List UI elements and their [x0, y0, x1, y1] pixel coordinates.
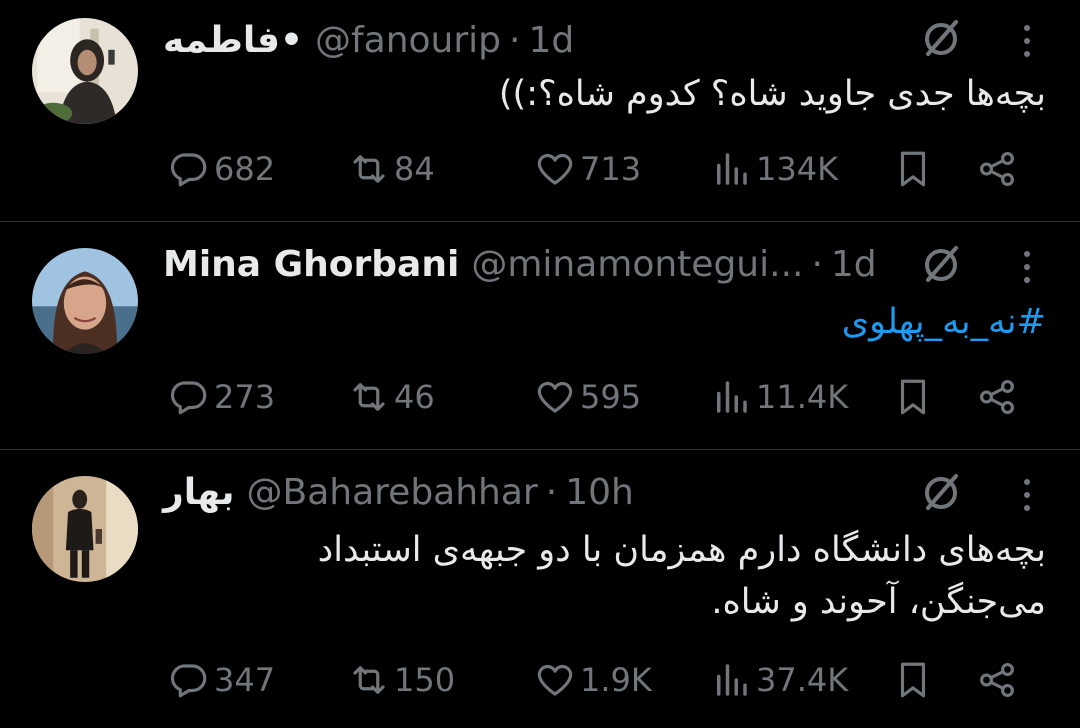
- share-button[interactable]: [976, 372, 1018, 422]
- separator-dot: ·: [811, 243, 823, 285]
- tweet-actions: 682 84 713 134K: [168, 144, 1030, 194]
- bookmark-icon: [900, 151, 926, 187]
- reply-button[interactable]: 347: [168, 655, 275, 705]
- more-icon[interactable]: [1012, 472, 1042, 518]
- retweet-icon: [353, 155, 385, 183]
- more-icon[interactable]: [1012, 18, 1042, 64]
- separator-dot: ·: [509, 19, 521, 61]
- reply-count: 682: [214, 150, 276, 188]
- share-icon: [980, 152, 1014, 186]
- tweet-header: فاطمه • @fanourip · 1d: [163, 18, 574, 62]
- views-icon: [717, 664, 747, 696]
- retweet-button[interactable]: 84: [348, 144, 435, 194]
- tweet-text: بچه‌ها جدی جاوید شاه؟ کدوم شاه؟:)): [498, 74, 1046, 114]
- reply-count: 273: [214, 378, 276, 416]
- reply-icon: [170, 381, 207, 415]
- tweet-actions: 273 46 595 11.4K: [168, 372, 1030, 422]
- heart-icon: [537, 381, 573, 413]
- bookmark-button[interactable]: [892, 655, 934, 705]
- view-count: 134K: [756, 150, 839, 188]
- author-handle[interactable]: @fanourip: [315, 20, 501, 61]
- timestamp[interactable]: 10h: [565, 472, 634, 513]
- retweet-count: 150: [394, 661, 456, 699]
- like-count: 1.9K: [580, 661, 652, 699]
- separator-dot: ·: [545, 471, 558, 513]
- author-handle[interactable]: @minamontegui...: [471, 244, 803, 285]
- like-button[interactable]: 1.9K: [534, 655, 652, 705]
- tweet[interactable]: فاطمه • @fanourip · 1d بچه‌ها جدی جاوید …: [0, 0, 1080, 222]
- view-count: 11.4K: [756, 378, 849, 416]
- retweet-icon: [353, 383, 385, 411]
- share-icon: [980, 663, 1014, 697]
- avatar[interactable]: [32, 248, 138, 354]
- tweet[interactable]: بهار @Baharebahhar · 10h بچه‌های دانشگاه…: [0, 450, 1080, 728]
- hashtag-link[interactable]: #نه_به_پهلوی: [842, 296, 1046, 348]
- reply-icon: [170, 664, 207, 698]
- bookmark-icon: [900, 662, 926, 698]
- grok-icon[interactable]: [918, 470, 964, 516]
- retweet-icon: [353, 666, 385, 694]
- avatar[interactable]: [32, 476, 138, 582]
- name-separator: •: [279, 19, 303, 61]
- tweet-text: بچه‌های دانشگاه دارم همزمان با دو جبهه‌ی…: [317, 530, 1046, 622]
- tweet[interactable]: Mina Ghorbani @minamontegui... · 1d #نه_…: [0, 222, 1080, 450]
- reply-count: 347: [214, 661, 276, 699]
- reply-icon: [170, 153, 207, 187]
- retweet-button[interactable]: 150: [348, 655, 455, 705]
- grok-icon[interactable]: [918, 242, 964, 288]
- like-button[interactable]: 713: [534, 144, 641, 194]
- views-button[interactable]: 37.4K: [710, 655, 848, 705]
- timestamp[interactable]: 1d: [831, 244, 877, 285]
- bookmark-button[interactable]: [892, 144, 934, 194]
- tweet-header: Mina Ghorbani @minamontegui... · 1d: [163, 242, 877, 286]
- like-count: 595: [580, 378, 642, 416]
- views-button[interactable]: 134K: [710, 144, 838, 194]
- tweet-header: بهار @Baharebahhar · 10h: [163, 470, 634, 514]
- heart-icon: [537, 664, 573, 696]
- heart-icon: [537, 153, 573, 185]
- avatar[interactable]: [32, 18, 138, 124]
- like-count: 713: [580, 150, 642, 188]
- author-name[interactable]: فاطمه: [163, 20, 280, 61]
- timestamp[interactable]: 1d: [528, 20, 574, 61]
- author-name[interactable]: Mina Ghorbani: [163, 244, 459, 285]
- retweet-button[interactable]: 46: [348, 372, 435, 422]
- grok-icon[interactable]: [918, 16, 964, 62]
- share-icon: [980, 380, 1014, 414]
- like-button[interactable]: 595: [534, 372, 641, 422]
- bookmark-button[interactable]: [892, 372, 934, 422]
- views-button[interactable]: 11.4K: [710, 372, 848, 422]
- views-icon: [717, 153, 747, 185]
- tweet-feed: فاطمه • @fanourip · 1d بچه‌ها جدی جاوید …: [0, 0, 1080, 728]
- retweet-count: 46: [394, 378, 435, 416]
- share-button[interactable]: [976, 655, 1018, 705]
- bookmark-icon: [900, 379, 926, 415]
- reply-button[interactable]: 682: [168, 144, 275, 194]
- views-icon: [717, 381, 747, 413]
- retweet-count: 84: [394, 150, 435, 188]
- reply-button[interactable]: 273: [168, 372, 275, 422]
- author-name[interactable]: بهار: [163, 472, 235, 513]
- author-handle[interactable]: @Baharebahhar: [247, 472, 538, 513]
- tweet-actions: 347 150 1.9K 37.4K: [168, 655, 1030, 705]
- view-count: 37.4K: [756, 661, 849, 699]
- more-icon[interactable]: [1012, 244, 1042, 290]
- share-button[interactable]: [976, 144, 1018, 194]
